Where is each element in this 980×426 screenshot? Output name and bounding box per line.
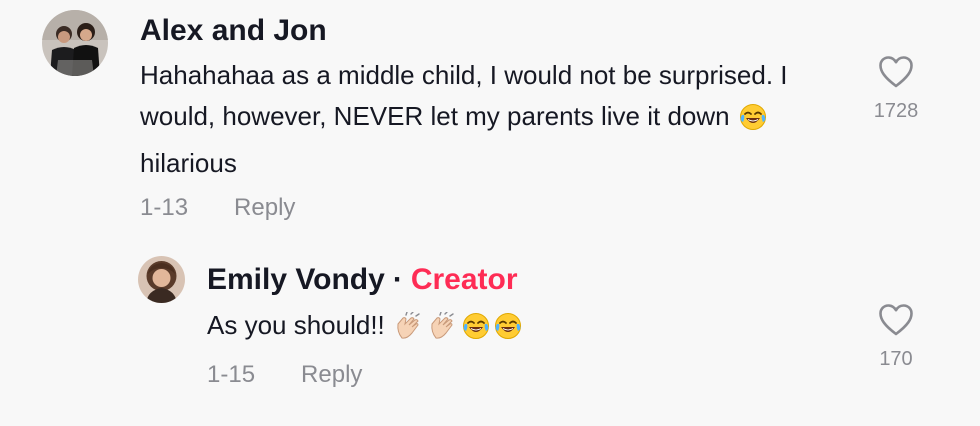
face-with-tears-of-joy-icon [739,102,767,143]
like-button[interactable]: 170 [860,303,932,371]
heart-icon [879,304,913,336]
separator: · [392,263,403,296]
clapping-hands-icon [394,311,424,352]
comment-text: Hahahahaa as a middle child, I would not… [140,55,830,184]
clapping-hands-icon [428,311,458,352]
reply-date: 1-15 [207,361,256,388]
comment-username[interactable]: Alex and Jon [140,13,327,49]
comment-item: Alex and Jon Hahahahaa as a middle child… [0,0,980,240]
avatar[interactable] [42,10,108,76]
reply-text: As you should!! [207,305,807,352]
creator-badge: Creator [410,263,518,296]
reply-item: Emily Vondy · Creator As you should!! 1-… [0,240,980,426]
like-button[interactable]: 1728 [860,55,932,123]
reply-button[interactable]: Reply [234,194,295,221]
reply-header: Emily Vondy · Creator [207,262,518,298]
reply-button[interactable]: Reply [301,361,362,388]
reply-text-main: As you should!! [207,310,385,340]
comment-text-trailing: hilarious [140,148,237,178]
face-with-tears-of-joy-icon [494,311,522,352]
reply-meta: 1-15 Reply [207,360,362,390]
like-count: 1728 [873,100,919,122]
comment-date: 1-13 [140,194,189,221]
heart-icon [879,56,913,88]
reply-username[interactable]: Emily Vondy [207,263,385,296]
avatar[interactable] [138,256,185,303]
comment-text-main: Hahahahaa as a middle child, I would not… [140,60,788,131]
face-with-tears-of-joy-icon [462,311,490,352]
like-count: 170 [879,348,913,370]
comment-meta: 1-13 Reply [140,193,295,223]
